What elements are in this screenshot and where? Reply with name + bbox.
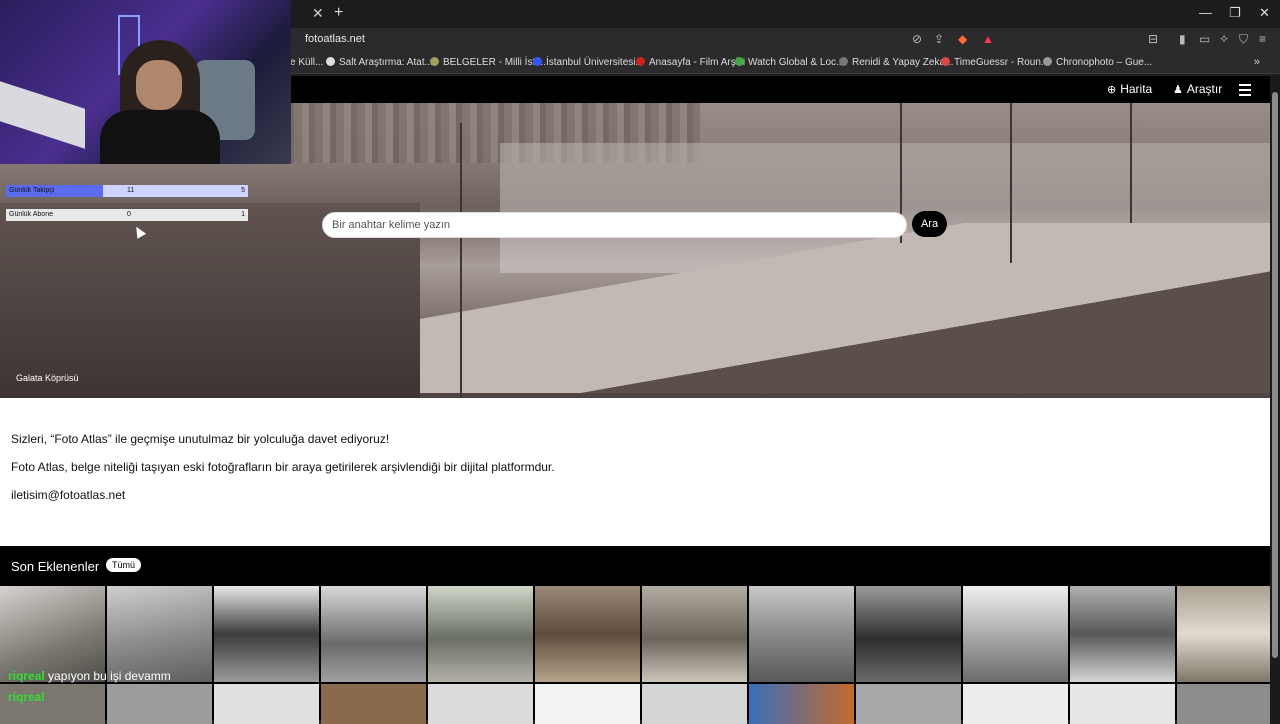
contact-email-link[interactable]: iletisim@fotoatlas.net xyxy=(11,488,125,502)
bookmark-item[interactable]: Watch Global & Loc... xyxy=(735,57,844,68)
hamburger-menu-icon[interactable] xyxy=(1239,84,1251,99)
daily-subscribers-stat: Günlük Abone 0 1 xyxy=(6,209,248,221)
photo-thumbnail[interactable] xyxy=(535,684,640,724)
bookmark-item[interactable]: Anasayfa - Film Arşivi xyxy=(636,57,745,68)
photo-thumbnail[interactable] xyxy=(749,684,854,724)
photo-thumbnail[interactable] xyxy=(856,684,961,724)
view-all-button[interactable]: Tümü xyxy=(106,558,142,572)
bookmark-item[interactable]: BELGELER - Milli İsti... xyxy=(430,57,546,68)
chat-message: riqreal yapıyon bu işi devamm xyxy=(8,669,171,683)
photo-thumbnail[interactable] xyxy=(214,684,319,724)
photo-thumbnail[interactable] xyxy=(642,586,747,682)
photo-thumbnail[interactable] xyxy=(1070,586,1175,682)
globe-icon: ⊕ xyxy=(1107,84,1117,96)
bookmark-item[interactable]: Salt Araştırma: Atat... xyxy=(326,57,433,68)
intro-text: Sizleri, “Foto Atlas” ile geçmişe unutul… xyxy=(11,432,390,446)
nav-research-link[interactable]: ♟ Araştır xyxy=(1173,82,1222,96)
photo-grid xyxy=(0,586,1280,724)
hero-mast xyxy=(1010,103,1012,263)
search-field[interactable] xyxy=(322,212,907,238)
hero-bridge xyxy=(420,223,1270,393)
brave-shield-icon[interactable]: ◆ xyxy=(958,32,967,46)
restore-icon[interactable]: ❐ xyxy=(1229,5,1241,21)
streamer-shirt xyxy=(100,110,220,164)
webcam-overlay xyxy=(0,0,291,164)
chat-message: riqreal xyxy=(8,690,45,704)
window-close-icon[interactable]: ✕ xyxy=(1259,5,1270,21)
photo-thumbnail[interactable] xyxy=(1177,684,1270,724)
photo-thumbnail[interactable] xyxy=(321,586,426,682)
scrollbar-thumb[interactable] xyxy=(1272,92,1278,658)
tab-fotoatlas[interactable]: ✕ xyxy=(292,3,328,25)
intro-text: Foto Atlas, belge niteliği taşıyan eski … xyxy=(11,460,555,474)
vpn-icon[interactable]: ⛉ xyxy=(1239,32,1248,47)
person-icon: ♟ xyxy=(1173,84,1183,96)
search-input[interactable] xyxy=(323,213,906,237)
wallet-icon[interactable]: ▭ xyxy=(1199,32,1210,46)
photo-thumbnail[interactable] xyxy=(856,586,961,682)
photo-thumbnail[interactable] xyxy=(1070,684,1175,724)
daily-followers-stat: Günlük Takipçi 11 5 xyxy=(6,185,248,197)
section-title: Son Eklenenler xyxy=(11,559,100,574)
page-scrollbar[interactable] xyxy=(1270,76,1280,720)
photo-thumbnail[interactable] xyxy=(107,684,212,724)
photo-thumbnail[interactable] xyxy=(214,586,319,682)
photo-thumbnail[interactable] xyxy=(963,586,1068,682)
new-tab-button[interactable]: + xyxy=(334,4,343,22)
recent-section: Son Eklenenler Tümü xyxy=(0,546,1270,724)
minimize-icon[interactable]: — xyxy=(1199,5,1212,20)
hero-caption: Galata Köprüsü xyxy=(16,373,79,383)
address-bar[interactable]: fotoatlas.net xyxy=(305,33,365,45)
intro-section: Sizleri, “Foto Atlas” ile geçmişe unutul… xyxy=(0,398,1270,546)
photo-thumbnail[interactable] xyxy=(1177,586,1270,682)
nav-map-link[interactable]: ⊕ Harita xyxy=(1107,82,1152,96)
sidebar-icon[interactable]: ▮ xyxy=(1179,32,1186,46)
photo-thumbnail[interactable] xyxy=(428,586,533,682)
photo-thumbnail[interactable] xyxy=(428,684,533,724)
hero-mast xyxy=(460,123,462,398)
photo-thumbnail[interactable] xyxy=(107,586,212,682)
photo-thumbnail[interactable] xyxy=(321,684,426,724)
leo-ai-icon[interactable]: ✧ xyxy=(1219,32,1229,46)
bookmark-item[interactable]: TimeGuessr - Roun... xyxy=(941,57,1049,68)
bookmark-item[interactable]: Chronophoto – Gue... xyxy=(1043,57,1152,68)
photo-thumbnail[interactable] xyxy=(642,684,747,724)
share-icon[interactable]: ⇪ xyxy=(934,32,944,46)
photo-thumbnail[interactable] xyxy=(0,586,105,682)
photo-thumbnail[interactable] xyxy=(749,586,854,682)
rewards-icon[interactable]: ▲ xyxy=(982,32,994,46)
streamer-face xyxy=(136,60,182,110)
tab-close-icon[interactable]: ✕ xyxy=(312,5,324,22)
no-tracking-icon[interactable]: ⊘ xyxy=(912,32,922,46)
photo-thumbnail[interactable] xyxy=(963,684,1068,724)
search-button[interactable]: Ara xyxy=(912,211,947,237)
hero-mast xyxy=(1130,103,1132,223)
bookmark-item[interactable]: İstanbul Üniversitesi... xyxy=(533,57,644,68)
keyboard xyxy=(0,81,85,149)
bookmarks-overflow-icon[interactable]: » xyxy=(1254,56,1260,68)
bookmark-item[interactable]: Renidi & Yapay Zeka... xyxy=(839,57,953,68)
bookmark-item[interactable]: e Küll... xyxy=(290,57,323,68)
photo-thumbnail[interactable] xyxy=(535,586,640,682)
tab-search-icon[interactable]: ⊟ xyxy=(1148,32,1158,46)
menu-icon[interactable]: ≡ xyxy=(1259,32,1266,46)
